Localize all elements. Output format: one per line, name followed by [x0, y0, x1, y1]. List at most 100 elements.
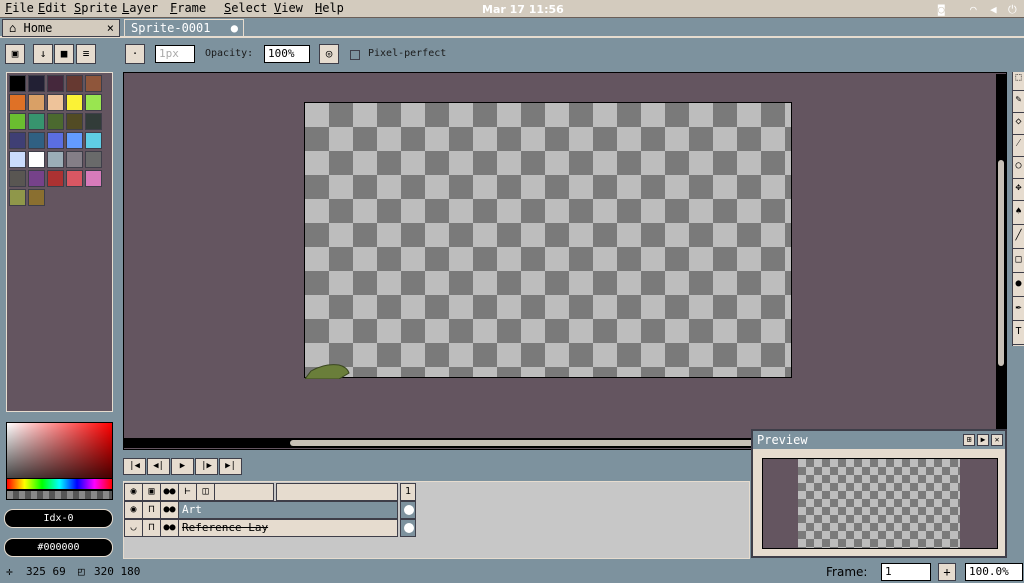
brush-type-button[interactable]: · — [125, 44, 145, 64]
pixel-perfect-checkbox[interactable] — [350, 50, 360, 60]
lock-icon[interactable]: ▣ — [142, 483, 161, 501]
palette-swatch[interactable] — [66, 113, 83, 130]
eraser-tool-icon[interactable]: ◇ — [1013, 116, 1024, 135]
palette-swatch[interactable] — [85, 94, 102, 111]
sort-palette-icon[interactable]: ↓ — [33, 44, 53, 64]
eye-icon[interactable]: ◉ — [124, 501, 143, 519]
zoom-tool-icon[interactable]: ○ — [1013, 160, 1024, 179]
palette-swatch[interactable] — [66, 132, 83, 149]
palette-swatch[interactable] — [28, 94, 45, 111]
palette-swatch[interactable] — [66, 170, 83, 187]
palette-swatch[interactable] — [66, 94, 83, 111]
palette-swatch[interactable] — [47, 151, 64, 168]
palette-swatch[interactable] — [9, 132, 26, 149]
lock-icon[interactable]: ▣ — [5, 44, 25, 64]
palette-swatch[interactable] — [28, 151, 45, 168]
preview-window[interactable]: Preview ⊞ ▶ ✕ — [751, 429, 1007, 558]
first-frame-icon[interactable]: |◀ — [123, 458, 146, 475]
palette-swatch[interactable] — [28, 170, 45, 187]
unlocked-icon[interactable]: ⊓ — [142, 501, 161, 519]
fill-tool-icon[interactable]: ♠ — [1013, 206, 1024, 225]
contour-tool-icon[interactable]: ● — [1013, 278, 1024, 297]
move-tool-icon[interactable]: ✥ — [1013, 182, 1024, 201]
palette-swatch[interactable] — [66, 75, 83, 92]
alpha-slider[interactable] — [6, 490, 113, 500]
menu-view[interactable]: View — [274, 1, 303, 15]
preview-close-icon[interactable]: ✕ — [991, 434, 1003, 446]
eye-icon[interactable]: ◉ — [124, 483, 143, 501]
hue-slider[interactable] — [6, 478, 113, 490]
palette-swatch[interactable] — [47, 94, 64, 111]
palette-swatch[interactable] — [47, 170, 64, 187]
menu-select[interactable]: Select — [224, 1, 267, 15]
palette-swatch[interactable] — [85, 170, 102, 187]
wifi-icon[interactable]: ◠ — [970, 3, 977, 16]
palette-swatch[interactable] — [28, 75, 45, 92]
zoom-input[interactable]: 100.0% — [965, 563, 1023, 581]
last-frame-icon[interactable]: ▶| — [219, 458, 242, 475]
palette-swatch[interactable] — [85, 113, 102, 130]
palette-swatch[interactable] — [9, 189, 26, 206]
palette-swatch[interactable] — [47, 113, 64, 130]
palette-swatch[interactable] — [66, 151, 83, 168]
palette-swatch[interactable] — [85, 75, 102, 92]
marquee-tool-icon[interactable]: ⬚ — [1013, 72, 1024, 91]
palette-swatch[interactable] — [28, 189, 45, 206]
previous-frame-icon[interactable]: ◀| — [147, 458, 170, 475]
volume-icon[interactable]: ◀ — [990, 3, 997, 16]
cel-frame-1[interactable] — [400, 519, 416, 537]
layer-row[interactable]: ◡ ⊓ ●● Reference Lay — [124, 519, 751, 537]
palette-swatch[interactable] — [28, 113, 45, 130]
play-icon[interactable]: ▶ — [171, 458, 194, 475]
layer-row[interactable]: ◉ ⊓ ●● Art — [124, 501, 751, 519]
preview-mode-icon[interactable]: ⊞ — [963, 434, 975, 446]
menu-layer[interactable]: Layer — [122, 1, 158, 15]
text-tool-icon[interactable]: T — [1013, 326, 1024, 345]
unsaved-indicator-icon[interactable]: ● — [231, 21, 238, 35]
preview-play-icon[interactable]: ▶ — [977, 434, 989, 446]
hex-color-field[interactable]: #000000 — [4, 538, 113, 557]
palette-swatch[interactable] — [85, 132, 102, 149]
ink-type-icon[interactable]: ◎ — [319, 44, 339, 64]
frame-input[interactable]: 1 — [881, 563, 931, 581]
palette-swatch[interactable] — [9, 94, 26, 111]
next-frame-icon[interactable]: |▶ — [195, 458, 218, 475]
new-frame-button[interactable]: + — [938, 563, 956, 581]
layer-tree-icon[interactable]: ⊢ — [178, 483, 197, 501]
eyedropper-tool-icon[interactable]: ⁄ — [1013, 138, 1024, 157]
palette-swatch[interactable] — [47, 75, 64, 92]
palette-swatch[interactable] — [9, 170, 26, 187]
tab-home[interactable]: ⌂ Home × — [2, 19, 120, 37]
layer-name[interactable]: Reference Lay — [178, 519, 398, 537]
tab-sprite[interactable]: Sprite-0001 ● — [124, 19, 244, 37]
sprite-canvas[interactable] — [304, 102, 792, 379]
vertical-scroll-thumb[interactable] — [998, 160, 1004, 366]
layer-name[interactable]: Art — [178, 501, 398, 519]
palette-swatch[interactable] — [47, 132, 64, 149]
power-icon[interactable]: ⏻ — [1008, 3, 1017, 17]
cel-frame-1[interactable] — [400, 501, 416, 519]
color-index-field[interactable]: Idx-0 — [4, 509, 113, 528]
menu-frame[interactable]: Frame — [170, 1, 206, 15]
line-tool-icon[interactable]: ╱ — [1013, 230, 1024, 249]
rectangle-tool-icon[interactable]: □ — [1013, 254, 1024, 273]
hidden-eye-icon[interactable]: ◡ — [124, 519, 143, 537]
menu-sprite[interactable]: Sprite — [74, 1, 117, 15]
close-tab-icon[interactable]: × — [107, 21, 114, 35]
pencil-tool-icon[interactable]: ✎ — [1013, 94, 1024, 113]
frame-number-header[interactable]: 1 — [400, 483, 416, 501]
palette-swatch[interactable] — [9, 113, 26, 130]
menu-help[interactable]: Help — [315, 1, 344, 15]
continuous-icon[interactable]: ●● — [160, 519, 179, 537]
palette-swatch[interactable] — [85, 151, 102, 168]
menu-edit[interactable]: Edit — [38, 1, 67, 15]
onion-skin-icon[interactable]: ◫ — [196, 483, 215, 501]
palette-menu-icon[interactable]: ≡ — [76, 44, 96, 64]
opacity-input[interactable]: 100% — [264, 45, 310, 63]
palette-swatch[interactable] — [28, 132, 45, 149]
continuous-icon[interactable]: ●● — [160, 501, 179, 519]
preview-canvas[interactable] — [762, 458, 998, 549]
blur-tool-icon[interactable]: ✒ — [1013, 302, 1024, 321]
menu-file[interactable]: File — [5, 1, 34, 15]
discord-icon[interactable]: ◙ — [938, 3, 945, 16]
